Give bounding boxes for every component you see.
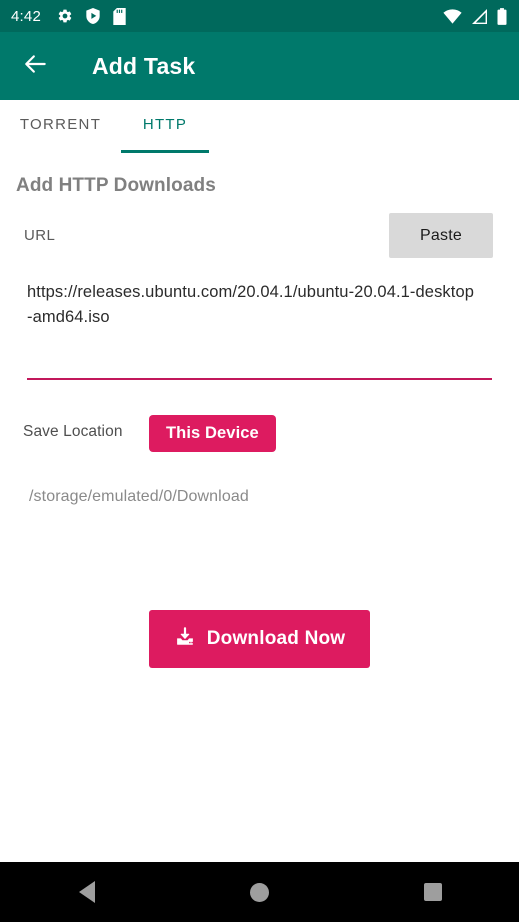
gear-icon <box>57 8 73 24</box>
section-title: Add HTTP Downloads <box>16 175 216 196</box>
shield-play-icon <box>86 8 100 24</box>
signal-icon <box>471 8 488 24</box>
status-bar-left-icons <box>57 7 126 25</box>
nav-back-icon <box>78 881 95 903</box>
url-input-underline <box>27 378 492 380</box>
nav-recents-button[interactable] <box>346 862 519 922</box>
back-button[interactable] <box>18 48 54 84</box>
url-input[interactable]: https://releases.ubuntu.com/20.04.1/ubun… <box>27 280 475 330</box>
nav-home-icon <box>250 882 269 902</box>
tab-active-indicator <box>121 150 209 153</box>
battery-icon <box>497 7 507 25</box>
nav-back-button[interactable] <box>0 862 173 922</box>
download-icon <box>174 625 196 653</box>
phone-screen: 4:42 Add Task TORRENT HTTP Add HTTP Down… <box>0 0 519 922</box>
status-bar-time: 4:42 <box>11 7 41 25</box>
arrow-left-icon <box>23 51 49 82</box>
download-now-label: Download Now <box>206 628 346 649</box>
status-bar: 4:42 <box>0 0 519 32</box>
tab-bar: TORRENT HTTP <box>0 100 519 158</box>
android-nav-bar <box>0 862 519 922</box>
app-bar: Add Task <box>0 32 519 100</box>
url-label: URL <box>24 227 56 244</box>
paste-button[interactable]: Paste <box>389 213 493 258</box>
download-now-button[interactable]: Download Now <box>149 610 370 668</box>
page-title: Add Task <box>92 52 196 79</box>
save-location-label: Save Location <box>23 423 123 440</box>
this-device-button[interactable]: This Device <box>149 415 276 452</box>
wifi-icon <box>443 8 462 24</box>
sd-card-icon <box>113 7 126 25</box>
nav-recents-icon <box>423 883 442 901</box>
nav-home-button[interactable] <box>173 862 346 922</box>
save-path-text: /storage/emulated/0/Download <box>29 488 249 505</box>
tab-torrent[interactable]: TORRENT <box>0 116 121 158</box>
status-bar-right-icons <box>443 7 507 25</box>
